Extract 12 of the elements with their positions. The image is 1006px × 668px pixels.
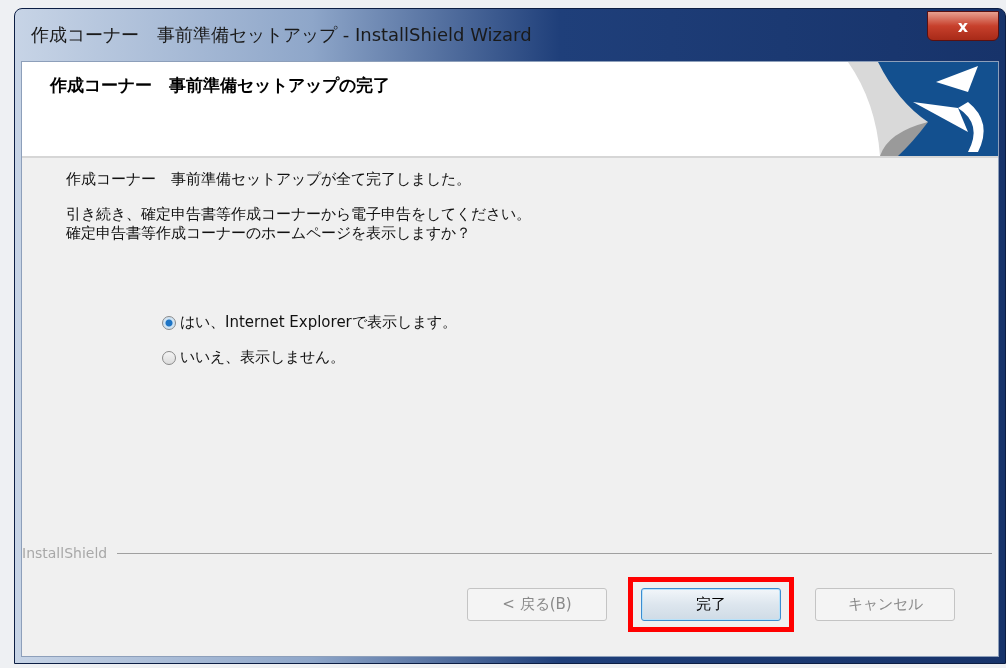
brand-label: InstallShield [22, 545, 108, 561]
radio-button[interactable] [162, 350, 176, 365]
message-text: 作成コーナー 事前準備セットアップが全て完了しました。 [66, 170, 471, 189]
option-label[interactable]: いいえ、表示しません。 [180, 348, 345, 367]
close-button[interactable]: x [927, 11, 999, 41]
message-text: 引き続き、確定申告書等作成コーナーから電子申告をしてください。 [66, 205, 531, 224]
wizard-button[interactable]: 完了 [641, 588, 781, 621]
radio-button[interactable] [162, 315, 176, 330]
header-title: 作成コーナー 事前準備セットアップの完了 [48, 74, 390, 97]
window-title: 作成コーナー 事前準備セットアップ - InstallShield Wizard [30, 23, 532, 47]
message-text: 確定申告書等作成コーナーのホームページを表示しますか？ [66, 224, 471, 243]
option-label[interactable]: はい、Internet Explorerで表示します。 [180, 313, 457, 332]
